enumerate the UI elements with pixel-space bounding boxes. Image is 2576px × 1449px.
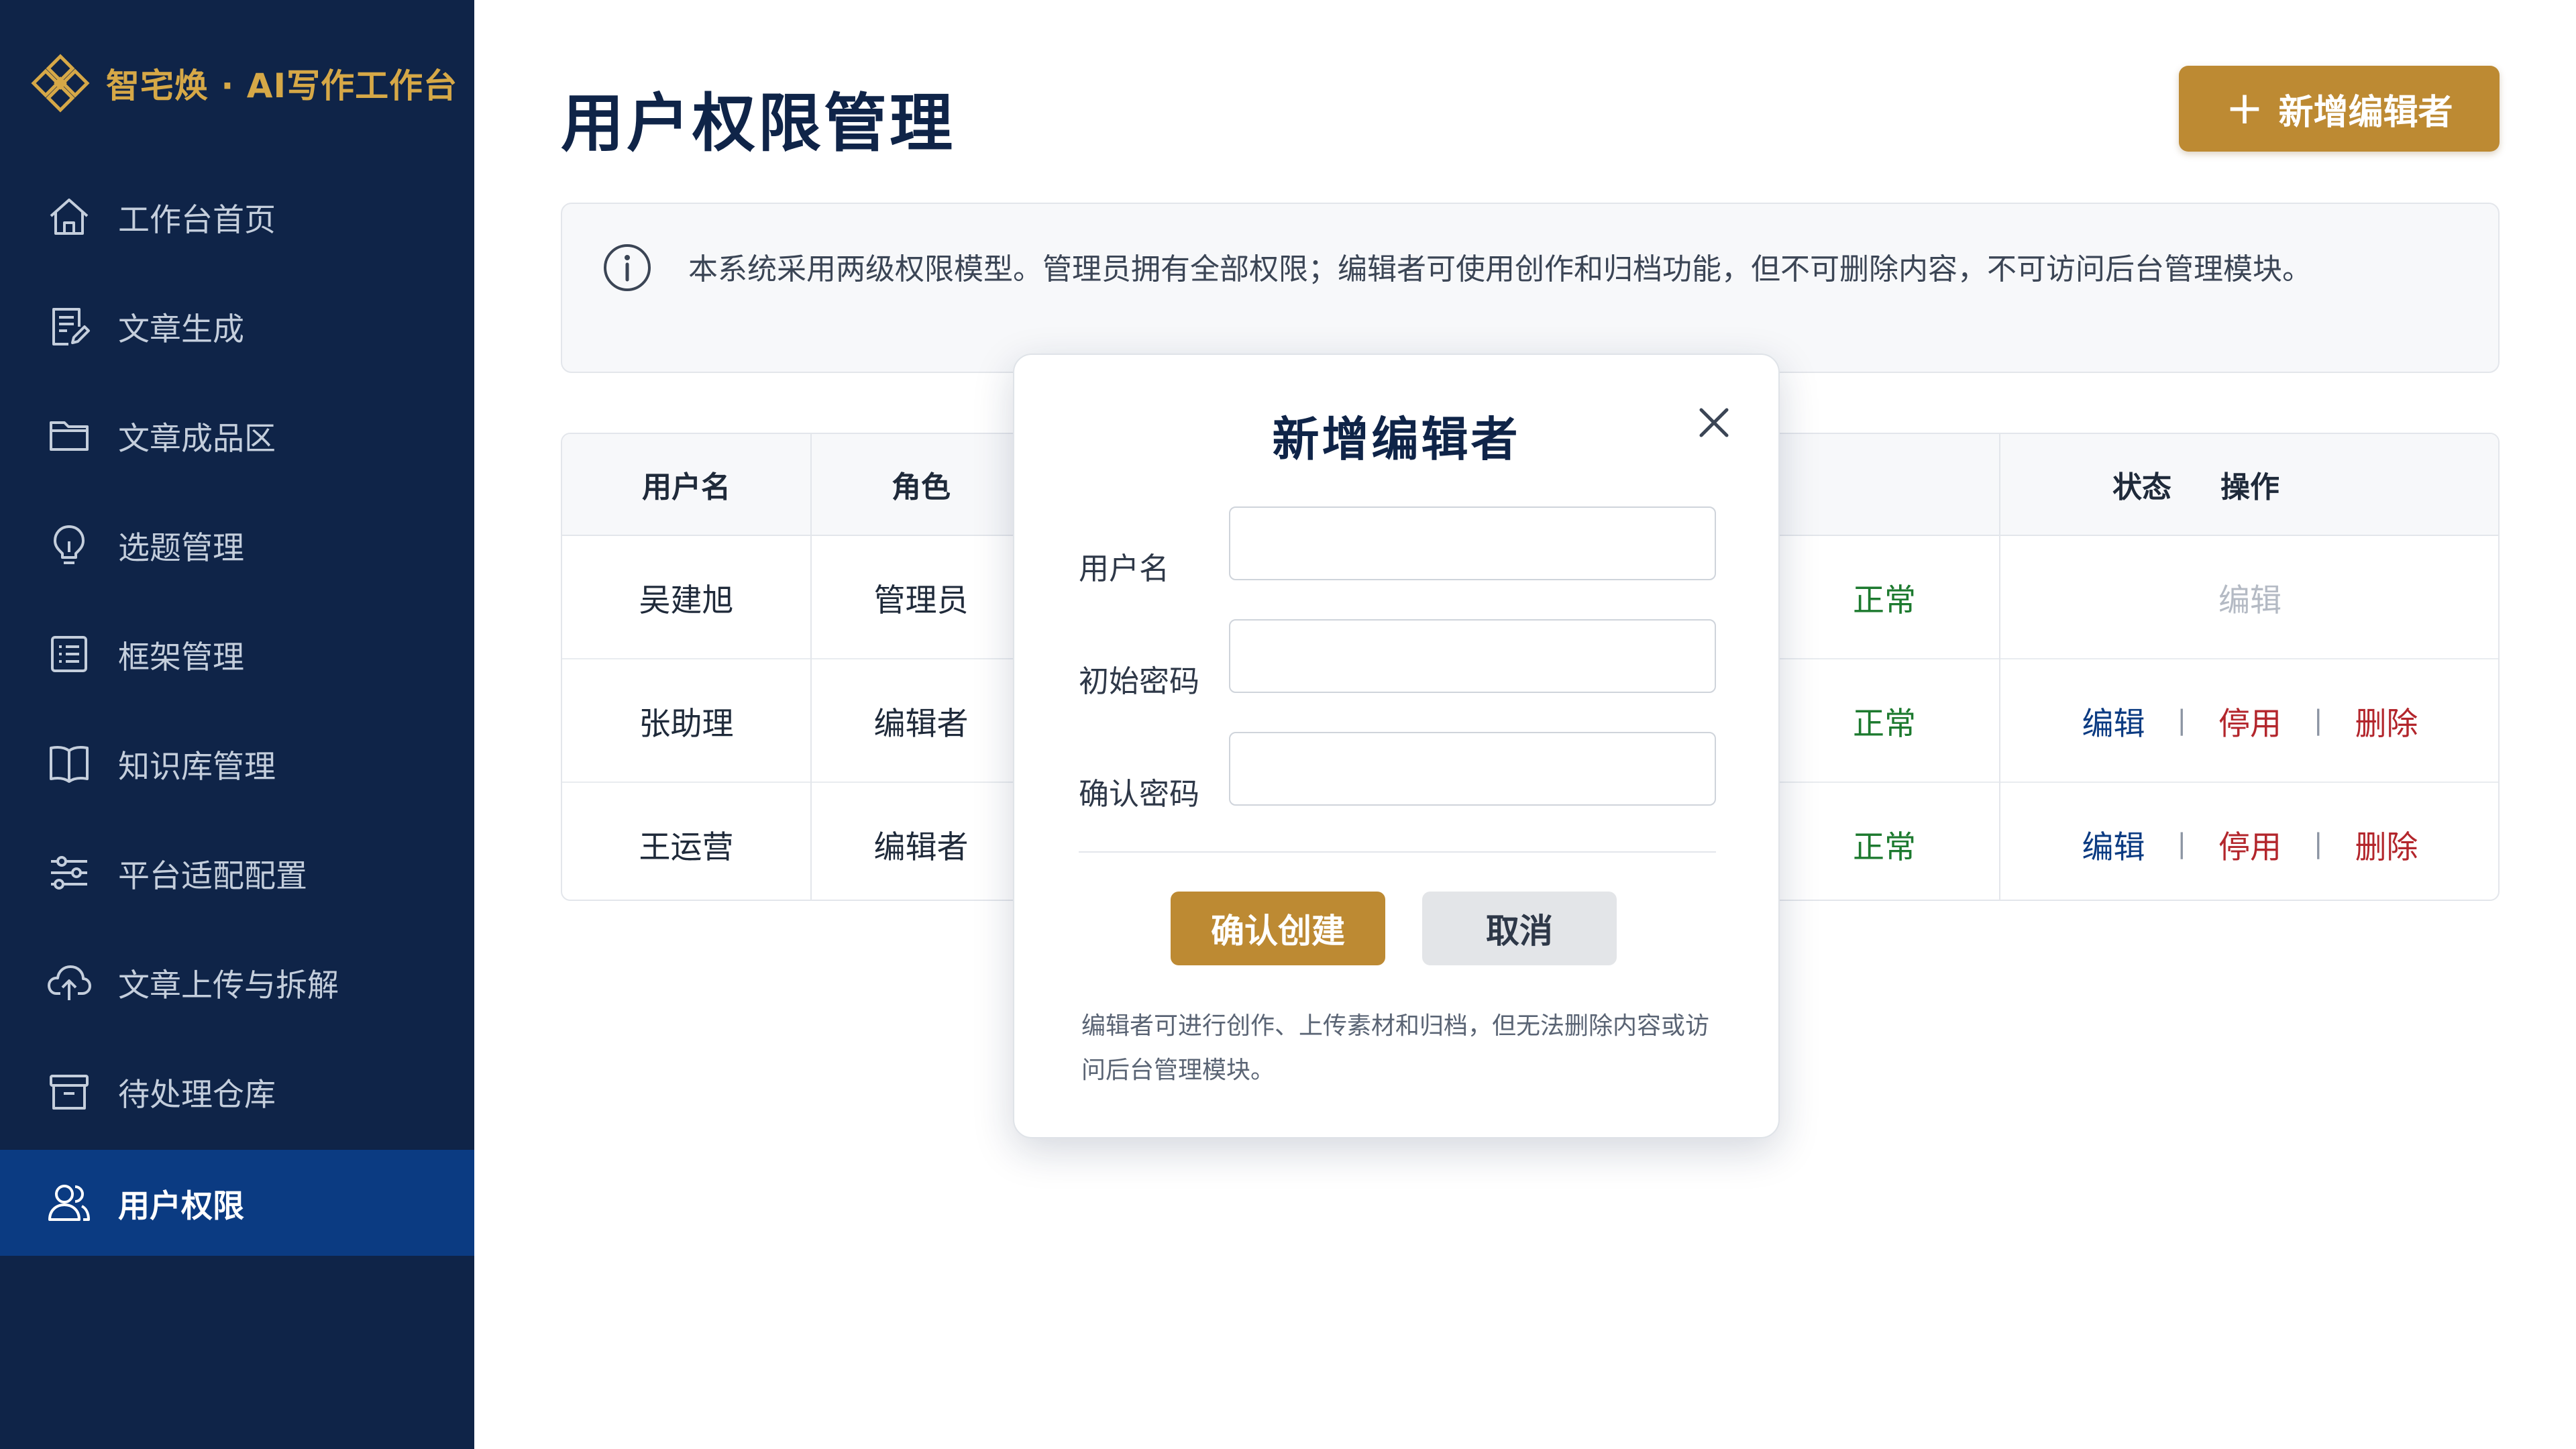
folder-icon	[46, 412, 93, 459]
add-editor-dialog: 新增编辑者 用户名 初始密码 确认密码 确认创建 取消 编辑者可进行创作、上传素…	[1013, 354, 1780, 1138]
sidebar-item-user-permissions[interactable]: 用户权限	[0, 1150, 474, 1256]
cell-username: 吴建旭	[639, 582, 734, 619]
cell-role: 编辑者	[873, 705, 969, 743]
header-actions: 操作	[2220, 470, 2279, 504]
cancel-button[interactable]: 取消	[1422, 892, 1617, 965]
home-icon	[46, 193, 93, 240]
book-icon	[46, 740, 93, 787]
close-icon[interactable]	[1692, 400, 1736, 445]
sidebar-item-label: 待处理仓库	[118, 1076, 276, 1114]
password-label: 初始密码	[1079, 663, 1200, 699]
sliders-icon	[46, 849, 93, 896]
sidebar-item-upload-analysis[interactable]: 文章上传与拆解	[0, 929, 474, 1035]
list-icon	[46, 631, 93, 678]
sidebar-item-label: 文章上传与拆解	[118, 967, 339, 1004]
sidebar: 智宅焕 · AI写作工作台 工作台首页 文章生成 文章成品区 选题管理 框架管理…	[0, 0, 474, 1449]
dialog-divider	[1079, 851, 1716, 853]
confirm-create-button[interactable]: 确认创建	[1171, 892, 1385, 965]
username-label: 用户名	[1079, 551, 1170, 586]
sidebar-item-pending-storage[interactable]: 待处理仓库	[0, 1038, 474, 1144]
username-input[interactable]	[1229, 506, 1716, 580]
delete-link[interactable]: 删除	[2355, 698, 2418, 744]
archive-box-icon	[46, 1068, 93, 1115]
add-editor-button[interactable]: + 新增编辑者	[2179, 66, 2500, 152]
add-editor-label: 新增编辑者	[2278, 92, 2453, 133]
column-divider	[810, 434, 812, 900]
disable-link[interactable]: 停用	[2218, 698, 2282, 744]
sidebar-item-label: 用户权限	[118, 1187, 244, 1225]
brand-logo-icon	[31, 54, 90, 113]
document-edit-icon	[46, 303, 93, 350]
sidebar-item-articles-finished[interactable]: 文章成品区	[0, 382, 474, 488]
header-role: 角色	[892, 470, 951, 504]
header-username: 用户名	[642, 470, 731, 504]
cell-username: 王运营	[639, 828, 734, 866]
sidebar-item-label: 选题管理	[118, 529, 244, 567]
sidebar-item-article-generate[interactable]: 文章生成	[0, 273, 474, 379]
cloud-upload-icon	[46, 959, 93, 1006]
cell-actions: 编辑 | 停用 | 删除	[1999, 783, 2498, 900]
action-separator: |	[2177, 705, 2186, 736]
edit-link[interactable]: 编辑	[2082, 698, 2145, 744]
dialog-note: 编辑者可进行创作、上传素材和归档，但无法删除内容或访问后台管理模块。	[1081, 1012, 1710, 1084]
sidebar-item-frameworks[interactable]: 框架管理	[0, 601, 474, 707]
cell-username: 张助理	[639, 705, 734, 743]
dialog-title: 新增编辑者	[1272, 412, 1521, 467]
confirm-password-input[interactable]	[1229, 732, 1716, 806]
sidebar-item-platform-config[interactable]: 平台适配配置	[0, 820, 474, 926]
sidebar-item-label: 平台适配配置	[118, 857, 307, 895]
action-separator: |	[2177, 828, 2186, 859]
lightbulb-icon	[46, 521, 93, 568]
confirm-password-label: 确认密码	[1079, 776, 1200, 812]
edit-link: 编辑	[2218, 582, 2282, 619]
disable-link[interactable]: 停用	[2218, 821, 2282, 867]
users-icon	[46, 1179, 93, 1226]
edit-link[interactable]: 编辑	[2082, 821, 2145, 867]
sidebar-item-label: 文章生成	[118, 311, 244, 348]
sidebar-item-label: 知识库管理	[118, 748, 276, 786]
brand-name: 智宅焕 · AI写作工作台	[106, 66, 458, 105]
sidebar-item-knowledge-base[interactable]: 知识库管理	[0, 710, 474, 816]
cell-status: 正常	[1853, 582, 1916, 619]
sidebar-item-label: 框架管理	[118, 639, 244, 676]
cell-status: 正常	[1853, 828, 1916, 866]
initial-password-input[interactable]	[1229, 619, 1716, 693]
cell-status: 正常	[1853, 705, 1916, 743]
sidebar-item-topics[interactable]: 选题管理	[0, 492, 474, 598]
plus-icon: +	[2225, 82, 2264, 135]
cell-role: 编辑者	[873, 828, 969, 866]
page-title: 用户权限管理	[561, 87, 956, 160]
sidebar-item-label: 文章成品区	[118, 420, 276, 458]
action-separator: |	[2314, 828, 2323, 859]
cell-actions: 编辑	[1999, 536, 2498, 658]
notice-text: 本系统采用两级权限模型。管理员拥有全部权限；编辑者可使用创作和归档功能，但不可删…	[688, 252, 2312, 286]
brand: 智宅焕 · AI写作工作台	[30, 52, 458, 114]
sidebar-item-label: 工作台首页	[118, 201, 276, 239]
info-icon	[604, 244, 651, 291]
sidebar-item-home[interactable]: 工作台首页	[0, 164, 474, 270]
cell-actions: 编辑 | 停用 | 删除	[1999, 659, 2498, 782]
cell-role: 管理员	[873, 582, 969, 619]
permission-notice: 本系统采用两级权限模型。管理员拥有全部权限；编辑者可使用创作和归档功能，但不可删…	[561, 203, 2500, 373]
action-separator: |	[2314, 705, 2323, 736]
column-divider	[1999, 434, 2000, 900]
delete-link[interactable]: 删除	[2355, 821, 2418, 867]
